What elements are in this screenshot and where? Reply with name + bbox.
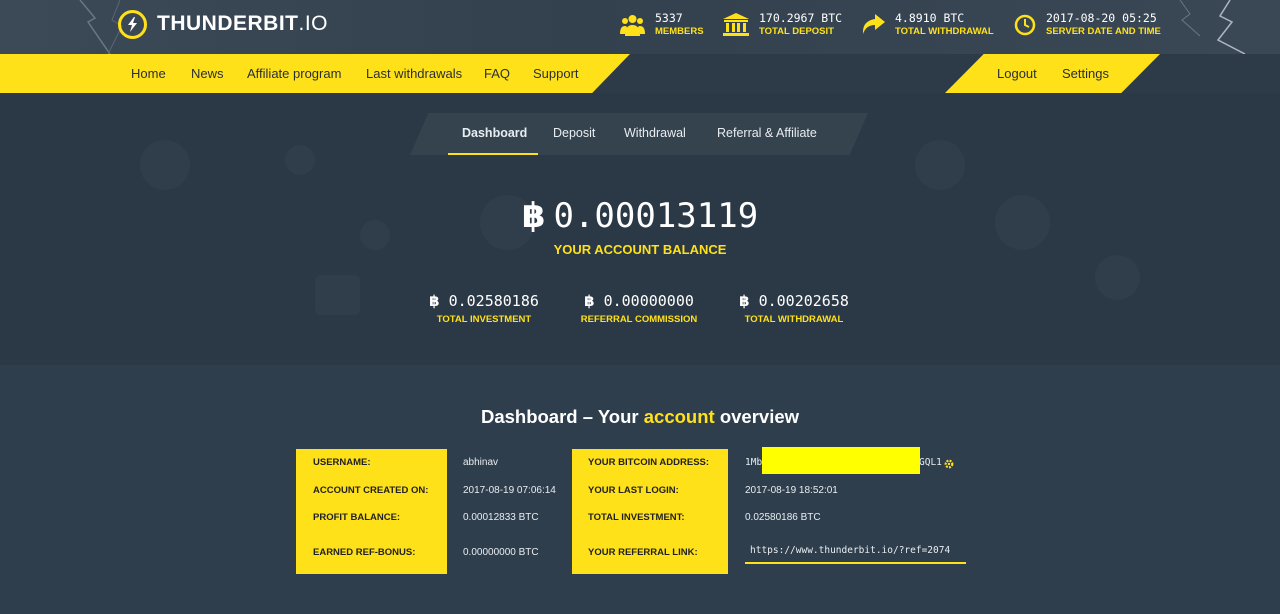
earned-ref-bonus-label: EARNED REF-BONUS: [313, 547, 416, 558]
bitcoin-address-start: 1Mb [745, 457, 763, 468]
total-withdrawal-value: 4.8910 BTC [895, 11, 965, 25]
nav-settings[interactable]: Settings [1062, 66, 1109, 81]
tab-withdrawal[interactable]: Withdrawal [624, 126, 686, 140]
clock-icon [1014, 14, 1036, 36]
gear-icon[interactable] [944, 456, 954, 474]
earned-ref-bonus-value: 0.00000000 BTC [463, 547, 539, 558]
substat-total-investment: ฿ 0.02580186 TOTAL INVESTMENT [429, 292, 539, 325]
decor-coin-icon [140, 140, 190, 190]
account-created-value: 2017-08-19 07:06:14 [463, 485, 556, 496]
bitcoin-icon: ฿ [521, 196, 546, 236]
username-label: USERNAME: [313, 457, 371, 468]
substat-total-withdrawal: ฿ 0.00202658 TOTAL WITHDRAWAL [739, 292, 849, 325]
referral-link-label: YOUR REFERRAL LINK: [588, 547, 698, 558]
tab-deposit[interactable]: Deposit [553, 126, 595, 140]
account-balance-label: YOUR ACCOUNT BALANCE [553, 242, 727, 257]
nav-news[interactable]: News [191, 66, 224, 81]
share-arrow-icon [861, 13, 885, 36]
last-login-value: 2017-08-19 18:52:01 [745, 485, 838, 496]
stat-server-time: 2017-08-20 05:25 SERVER DATE AND TIME [1014, 11, 1161, 38]
total-investment-label: TOTAL INVESTMENT: [588, 512, 685, 523]
bitcoin-address-label: YOUR BITCOIN ADDRESS: [588, 457, 710, 468]
redaction-box [762, 447, 920, 474]
referral-link-input[interactable] [745, 539, 966, 564]
server-time-value: 2017-08-20 05:25 [1046, 11, 1157, 25]
stat-total-withdrawal: 4.8910 BTC TOTAL WITHDRAWAL [861, 11, 994, 38]
account-created-label: ACCOUNT CREATED ON: [313, 485, 429, 496]
logo[interactable]: THUNDERBIT.IO [118, 9, 328, 39]
lightning-logo-icon [118, 9, 147, 39]
username-value: abhinav [463, 457, 499, 468]
tab-dashboard[interactable]: Dashboard [462, 126, 527, 140]
nav-logout[interactable]: Logout [997, 66, 1037, 81]
members-value: 5337 [655, 11, 683, 25]
substat-referral-commission: ฿ 0.00000000 REFERRAL COMMISSION [580, 292, 698, 325]
decor-chart-icon [315, 275, 360, 315]
nav-support[interactable]: Support [533, 66, 579, 81]
nav-faq[interactable]: FAQ [484, 66, 510, 81]
tab-active-indicator [448, 153, 538, 155]
decor-coin-icon [1095, 255, 1140, 300]
decor-coin-icon [915, 140, 965, 190]
overview-title: Dashboard – Your account overview [480, 406, 800, 427]
profit-balance-value: 0.00012833 BTC [463, 512, 539, 523]
bank-icon [723, 12, 749, 37]
stat-members: 5337 MEMBERS [620, 11, 704, 38]
bitcoin-icon: ฿ [584, 292, 595, 310]
account-balance-value: 0.00013119 [553, 196, 759, 236]
nav-affiliate-program[interactable]: Affiliate program [247, 66, 341, 81]
decor-coin-icon [285, 145, 315, 175]
server-time-label: SERVER DATE AND TIME [1046, 26, 1161, 37]
bitcoin-icon: ฿ [739, 292, 750, 310]
total-deposit-label: TOTAL DEPOSIT [759, 26, 834, 37]
total-investment-value: 0.02580186 BTC [745, 512, 821, 523]
nav-home[interactable]: Home [131, 66, 166, 81]
nav-last-withdrawals[interactable]: Last withdrawals [366, 66, 462, 81]
total-withdrawal-label: TOTAL WITHDRAWAL [895, 26, 994, 37]
total-deposit-value: 170.2967 BTC [759, 11, 843, 25]
bitcoin-icon: ฿ [429, 292, 440, 310]
tab-referral-affiliate[interactable]: Referral & Affiliate [717, 126, 817, 140]
account-balance: ฿ 0.00013119 [0, 196, 1280, 236]
stat-total-deposit: 170.2967 BTC TOTAL DEPOSIT [723, 11, 842, 38]
logo-text: THUNDERBIT.IO [157, 12, 329, 35]
profit-balance-label: PROFIT BALANCE: [313, 512, 401, 523]
members-label: MEMBERS [655, 26, 704, 37]
users-icon [620, 14, 645, 36]
bitcoin-address-end: GQL1 [919, 457, 942, 468]
last-login-label: YOUR LAST LOGIN: [588, 485, 679, 496]
